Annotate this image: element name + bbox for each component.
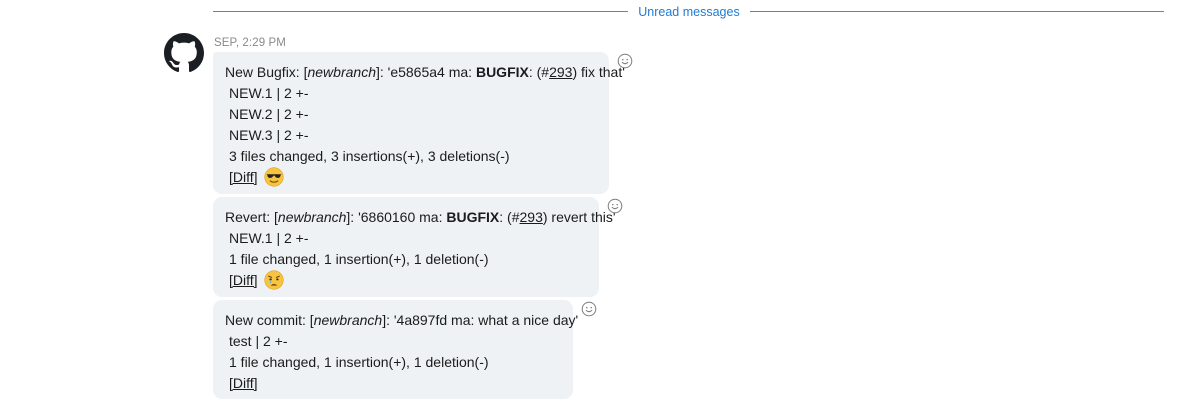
commit-hash-text: ]: '6860160 ma:: [346, 209, 447, 225]
diff-link[interactable]: [Diff]: [229, 169, 258, 185]
branch-name: newbranch: [313, 312, 383, 328]
diff-row: [Diff]: [225, 167, 599, 188]
branch-name: newbranch: [307, 64, 376, 80]
unread-divider-line-right: [750, 11, 1164, 12]
github-avatar[interactable]: [164, 33, 204, 73]
commit-prefix: New commit: [: [225, 312, 314, 328]
chat-pane: Unread messages SEP, 2:29 PM New Bugfix:…: [0, 0, 1201, 402]
commit-message: ]: '4a897fd ma: what a nice day': [382, 312, 579, 328]
commit-title: Revert: [newbranch]: '6860160 ma: BUGFIX…: [225, 207, 616, 228]
issue-link[interactable]: 293: [549, 64, 572, 80]
file-stat-line: NEW.1 | 2 +-: [229, 230, 309, 246]
smiley-reaction-icon[interactable]: [581, 301, 597, 317]
diff-summary: 1 file changed, 1 insertion(+), 1 deleti…: [229, 251, 489, 267]
diff-row: [Diff]: [225, 270, 589, 291]
diff-link[interactable]: [Diff]: [229, 375, 258, 391]
file-stat-line: NEW.1 | 2 +-: [229, 85, 309, 101]
file-stat-line: NEW.3 | 2 +-: [229, 127, 309, 143]
message-bubble-bugfix[interactable]: New Bugfix: [newbranch]: 'e5865a4 ma: BU…: [213, 52, 625, 194]
sad-tear-emoji-icon: [263, 270, 284, 290]
commit-title: New commit: [newbranch]: '4a897fd ma: wh…: [225, 310, 578, 331]
file-stat-line: test | 2 +-: [229, 333, 288, 349]
issue-link[interactable]: 293: [520, 209, 543, 225]
diff-row: [Diff]: [225, 373, 563, 394]
issue-prefix: : (#: [528, 64, 550, 80]
github-octocat-icon: [164, 33, 204, 73]
commit-prefix: New Bugfix: [: [225, 64, 308, 80]
sunglasses-emoji-icon: [263, 167, 284, 187]
commit-tag: BUGFIX: [475, 64, 529, 80]
message-timestamp: SEP, 2:29 PM: [214, 37, 286, 49]
message-bubble-commit[interactable]: New commit: [newbranch]: '4a897fd ma: wh…: [213, 300, 578, 399]
diff-summary: 1 file changed, 1 insertion(+), 1 deleti…: [229, 354, 489, 370]
diff-summary: 3 files changed, 3 insertions(+), 3 dele…: [229, 148, 510, 164]
commit-prefix: Revert: [: [225, 209, 278, 225]
unread-messages-label: Unread messages: [638, 5, 740, 19]
commit-hash-text: ]: 'e5865a4 ma:: [375, 64, 476, 80]
branch-name: newbranch: [277, 209, 347, 225]
unread-divider-line-left: [213, 11, 628, 12]
smiley-reaction-icon[interactable]: [617, 53, 633, 69]
commit-message: ) revert this': [542, 209, 616, 225]
message-bubble-revert[interactable]: Revert: [newbranch]: '6860160 ma: BUGFIX…: [213, 197, 616, 297]
commit-title: New Bugfix: [newbranch]: 'e5865a4 ma: BU…: [225, 62, 625, 83]
file-stat-line: NEW.2 | 2 +-: [229, 106, 309, 122]
commit-tag: BUGFIX: [446, 209, 500, 225]
issue-prefix: : (#: [499, 209, 520, 225]
smiley-reaction-icon[interactable]: [607, 198, 623, 214]
diff-link[interactable]: [Diff]: [229, 272, 258, 288]
